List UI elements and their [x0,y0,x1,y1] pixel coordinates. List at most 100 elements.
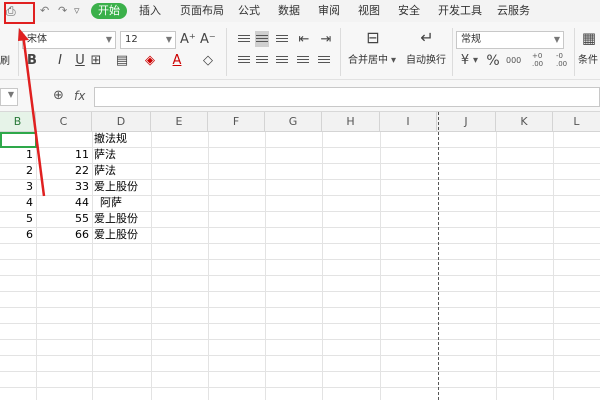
wrap-text-icon[interactable]: ↵ [416,30,438,46]
formula-input[interactable] [94,87,600,107]
fill-pattern-icon[interactable]: ▤ [114,53,130,69]
tab-security[interactable]: 安全 [398,3,420,19]
cell-c6[interactable]: 55 [36,211,89,227]
align-center-icon[interactable] [256,54,268,65]
align-justify-icon[interactable] [297,54,309,65]
cell-d7[interactable]: 爱上股份 [94,227,138,243]
column-header-i[interactable]: I [380,112,437,132]
align-left-icon[interactable] [238,54,250,65]
cell-d1[interactable]: 撤法规 [94,131,127,147]
chevron-down-icon[interactable]: ▾ [473,55,478,67]
gridline [553,132,554,400]
column-header-c[interactable]: C [36,112,92,132]
tab-review[interactable]: 审阅 [318,3,340,19]
align-distributed-icon[interactable] [318,54,330,65]
gridline [0,387,600,388]
column-header-f[interactable]: F [208,112,265,132]
zoom-icon[interactable]: ⊕ [53,88,64,104]
thousands-separator-icon[interactable]: 000 [506,55,521,67]
font-shrink-icon[interactable]: A⁻ [200,32,216,48]
tab-view[interactable]: 视图 [358,3,380,19]
column-header-b[interactable]: B [0,112,36,132]
bold-icon[interactable]: B [26,53,38,69]
cell-c2[interactable]: 11 [36,147,89,163]
italic-icon[interactable]: I [54,53,66,69]
column-header-d[interactable]: D [92,112,151,132]
font-size-select[interactable]: 12 ▼ [120,31,176,49]
border-icon[interactable]: ⊞ [88,53,104,69]
gridline [0,259,600,260]
tab-insert[interactable]: 插入 [139,3,161,19]
gridline [0,147,600,148]
redo-icon[interactable]: ↷ [58,3,67,19]
cell-d4[interactable]: 爱上股份 [94,179,138,195]
merge-center-button[interactable]: 合并居中 [348,55,388,67]
column-header-k[interactable]: K [496,112,553,132]
conditional-format-button[interactable]: 条件 [578,55,598,67]
cell-c7[interactable]: 66 [36,227,89,243]
percent-icon[interactable]: % [486,53,500,69]
cell-d2[interactable]: 萨法 [94,147,116,163]
cell-grid[interactable]: 撤法规 1 11 萨法 2 22 萨法 3 33 爱上股份 4 44 阿萨 5 … [0,132,600,400]
cell-d5[interactable]: 阿萨 [100,195,122,211]
gridline [265,132,266,400]
indent-increase-icon[interactable]: ⇥ [318,32,334,48]
gridline [208,132,209,400]
column-header-j[interactable]: J [437,112,496,132]
customize-toolbar-icon[interactable]: ▿ [74,3,80,19]
column-header-e[interactable]: E [151,112,208,132]
cell-c4[interactable]: 33 [36,179,89,195]
align-right-icon[interactable] [276,54,288,65]
align-bottom-icon[interactable] [276,33,288,44]
align-middle-icon[interactable] [255,31,269,47]
font-size-value: 12 [125,34,138,45]
cell-b5[interactable]: 4 [0,195,33,211]
tab-home[interactable]: 开始 [91,3,127,19]
undo-icon[interactable]: ↶ [40,3,49,19]
align-top-icon[interactable] [238,33,250,44]
menu-bar: ⎙ ↶ ↷ ▿ 开始 插入 页面布局 公式 数据 审阅 视图 安全 开发工具 云… [0,0,600,22]
fill-color-icon[interactable]: ◈ [142,53,158,69]
font-color-icon[interactable]: A [170,53,184,69]
tab-formulas[interactable]: 公式 [238,3,260,19]
indent-decrease-icon[interactable]: ⇤ [296,32,312,48]
cell-b3[interactable]: 2 [0,163,33,179]
cell-b7[interactable]: 6 [0,227,33,243]
name-box[interactable]: ▼ [0,88,18,106]
font-name-value: 宋体 [27,34,47,45]
cell-b6[interactable]: 5 [0,211,33,227]
currency-icon[interactable]: ¥ [458,53,472,69]
merge-center-icon[interactable]: ⊟ [362,30,384,46]
gridline [0,371,600,372]
decimal-decrease-icon[interactable]: -0 .00 [556,52,570,68]
cell-d3[interactable]: 萨法 [94,163,116,179]
cell-c3[interactable]: 22 [36,163,89,179]
fx-label[interactable]: fx [74,88,85,104]
chevron-down-icon[interactable]: ▾ [391,55,396,67]
decimal-increase-icon[interactable]: +0 .00 [532,52,546,68]
conditional-format-icon[interactable]: ▦ [581,30,597,46]
active-cell[interactable] [0,132,37,148]
column-header-h[interactable]: H [322,112,380,132]
column-header-l[interactable]: L [553,112,600,132]
cell-c5[interactable]: 44 [36,195,89,211]
cell-b2[interactable]: 1 [0,147,33,163]
number-format-select[interactable]: 常规 ▼ [456,31,564,49]
tab-cloud[interactable]: 云服务 [497,3,530,19]
cell-d6[interactable]: 爱上股份 [94,211,138,227]
ribbon-separator [18,28,19,76]
gridline [0,163,600,164]
cell-b4[interactable]: 3 [0,179,33,195]
font-name-select[interactable]: 宋体 ▼ [22,31,116,49]
gridline [0,307,600,308]
clear-format-icon[interactable]: ◇ [200,53,216,69]
font-grow-icon[interactable]: A⁺ [180,32,196,48]
chevron-down-icon: ▼ [7,90,14,99]
column-header-g[interactable]: G [265,112,322,132]
format-painter-label[interactable]: 刷 [0,56,10,68]
tab-developer[interactable]: 开发工具 [438,3,482,19]
tab-data[interactable]: 数据 [278,3,300,19]
wrap-text-button[interactable]: 自动换行 [406,55,446,67]
tab-page-layout[interactable]: 页面布局 [180,3,224,19]
underline-icon[interactable]: U [74,53,86,69]
